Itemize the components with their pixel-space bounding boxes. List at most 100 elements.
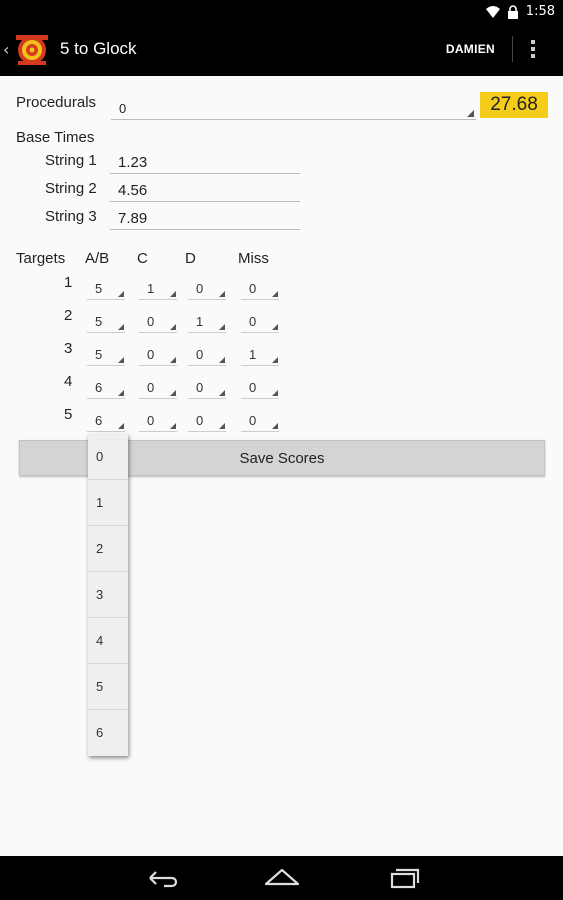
dropdown-list: 0 1 2 3 4 5 6 xyxy=(88,434,128,756)
string-3-label: String 3 xyxy=(45,208,97,225)
target-number: 3 xyxy=(64,340,73,357)
target-number: 4 xyxy=(64,373,73,390)
target-miss-value: 0 xyxy=(249,281,257,296)
target-c-value: 0 xyxy=(147,314,155,329)
spinner-arrow-icon xyxy=(118,291,124,297)
target-d-spinner[interactable]: 0 xyxy=(188,344,226,366)
navigation-bar xyxy=(0,856,563,900)
app-logo-icon[interactable] xyxy=(14,32,50,68)
status-time: 1:58 xyxy=(525,4,555,19)
spinner-arrow-icon xyxy=(118,324,124,330)
target-d-value: 0 xyxy=(196,281,204,296)
dropdown-option[interactable]: 2 xyxy=(88,526,128,572)
string-2-value: 4.56 xyxy=(118,182,148,199)
back-chevron-icon[interactable]: ‹ xyxy=(3,40,9,59)
spinner-arrow-icon xyxy=(272,291,278,297)
string-1-label: String 1 xyxy=(45,152,97,169)
string-1-value: 1.23 xyxy=(118,154,148,171)
target-c-spinner[interactable]: 0 xyxy=(139,344,177,366)
target-c-spinner[interactable]: 0 xyxy=(139,377,177,399)
ab-header: A/B xyxy=(85,250,110,267)
c-header: C xyxy=(137,250,148,267)
miss-header: Miss xyxy=(238,250,269,267)
spinner-arrow-icon xyxy=(467,110,474,117)
target-d-spinner[interactable]: 0 xyxy=(188,410,226,432)
target-ab-spinner[interactable]: 6 xyxy=(87,377,125,399)
target-ab-value: 5 xyxy=(95,314,103,329)
target-miss-value: 0 xyxy=(249,413,257,428)
spinner-arrow-icon xyxy=(170,291,176,297)
target-d-value: 0 xyxy=(196,347,204,362)
spinner-arrow-icon xyxy=(219,357,225,363)
procedurals-spinner[interactable]: 0 xyxy=(111,98,476,120)
target-ab-value: 5 xyxy=(95,281,103,296)
target-miss-spinner[interactable]: 0 xyxy=(241,410,279,432)
target-ab-spinner[interactable]: 5 xyxy=(87,311,125,333)
spinner-arrow-icon xyxy=(219,423,225,429)
overflow-menu-icon[interactable] xyxy=(529,38,537,62)
target-d-spinner[interactable]: 0 xyxy=(188,278,226,300)
nav-home-icon[interactable] xyxy=(262,866,302,890)
spinner-arrow-icon xyxy=(170,423,176,429)
total-score: 27.68 xyxy=(480,92,548,118)
target-miss-spinner[interactable]: 1 xyxy=(241,344,279,366)
spinner-arrow-icon xyxy=(272,423,278,429)
dropdown-option[interactable]: 0 xyxy=(88,434,128,480)
nav-recents-icon[interactable] xyxy=(382,866,422,890)
spinner-arrow-icon xyxy=(219,390,225,396)
procedurals-label: Procedurals xyxy=(16,94,97,111)
target-miss-value: 0 xyxy=(249,314,257,329)
string-3-input[interactable]: 7.89 xyxy=(110,208,300,230)
app-title: 5 to Glock xyxy=(60,39,137,58)
action-bar-divider xyxy=(512,36,513,62)
spinner-arrow-icon xyxy=(272,324,278,330)
string-1-input[interactable]: 1.23 xyxy=(110,152,300,174)
target-c-spinner[interactable]: 1 xyxy=(139,278,177,300)
target-c-value: 0 xyxy=(147,413,155,428)
spinner-arrow-icon xyxy=(118,423,124,429)
target-number: 1 xyxy=(64,274,73,291)
spinner-arrow-icon xyxy=(219,291,225,297)
target-c-spinner[interactable]: 0 xyxy=(139,410,177,432)
nav-back-icon[interactable] xyxy=(142,866,182,890)
dropdown-option[interactable]: 6 xyxy=(88,710,128,756)
target-d-value: 0 xyxy=(196,413,204,428)
target-miss-value: 0 xyxy=(249,380,257,395)
spinner-arrow-icon xyxy=(170,390,176,396)
procedurals-value: 0 xyxy=(119,101,127,116)
target-miss-spinner[interactable]: 0 xyxy=(241,278,279,300)
target-ab-value: 5 xyxy=(95,347,103,362)
target-miss-spinner[interactable]: 0 xyxy=(241,311,279,333)
target-miss-value: 1 xyxy=(249,347,257,362)
target-d-value: 1 xyxy=(196,314,204,329)
string-3-value: 7.89 xyxy=(118,210,148,227)
target-ab-value: 6 xyxy=(95,413,103,428)
targets-header: Targets xyxy=(16,250,66,267)
user-button[interactable]: DAMIEN xyxy=(446,42,495,56)
spinner-arrow-icon xyxy=(272,357,278,363)
wifi-icon xyxy=(485,5,500,18)
target-c-spinner[interactable]: 0 xyxy=(139,311,177,333)
target-c-value: 1 xyxy=(147,281,155,296)
target-number: 2 xyxy=(64,307,73,324)
string-2-input[interactable]: 4.56 xyxy=(110,180,300,202)
target-ab-spinner[interactable]: 5 xyxy=(87,344,125,366)
target-d-spinner[interactable]: 0 xyxy=(188,377,226,399)
dropdown-option[interactable]: 5 xyxy=(88,664,128,710)
lock-icon xyxy=(507,4,518,19)
base-times-label: Base Times xyxy=(16,129,95,146)
target-ab-spinner[interactable]: 5 xyxy=(87,278,125,300)
string-2-label: String 2 xyxy=(45,180,97,197)
target-d-value: 0 xyxy=(196,380,204,395)
dropdown-option[interactable]: 4 xyxy=(88,618,128,664)
spinner-arrow-icon xyxy=(219,324,225,330)
spinner-arrow-icon xyxy=(118,390,124,396)
spinner-arrow-icon xyxy=(272,390,278,396)
dropdown-option[interactable]: 3 xyxy=(88,572,128,618)
target-ab-value: 6 xyxy=(95,380,103,395)
dropdown-option[interactable]: 1 xyxy=(88,480,128,526)
target-miss-spinner[interactable]: 0 xyxy=(241,377,279,399)
target-c-value: 0 xyxy=(147,347,155,362)
target-ab-spinner[interactable]: 6 xyxy=(87,410,125,432)
target-d-spinner[interactable]: 1 xyxy=(188,311,226,333)
